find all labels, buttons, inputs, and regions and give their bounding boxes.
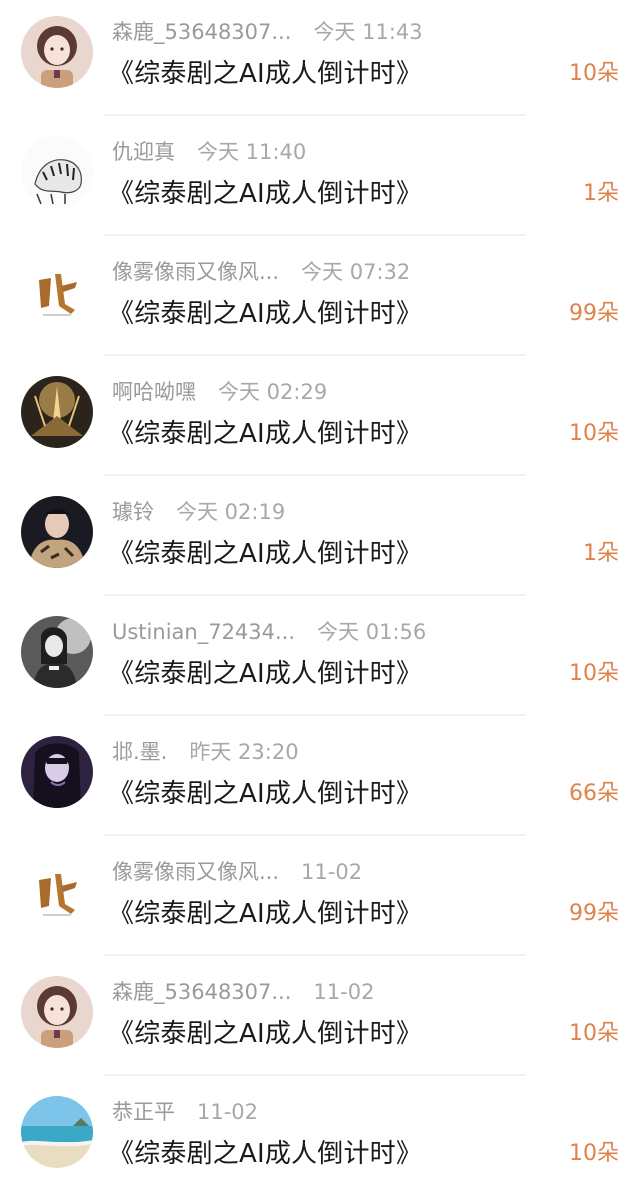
item-meta: 邶.墨. 昨天 23:20 [112, 737, 299, 767]
list-item[interactable]: 森鹿_53648307... 今天 11:43 《综泰剧之AI成人倒计时》 10朵 [0, 0, 640, 120]
username[interactable]: 仇迎真 [112, 137, 175, 167]
divider [104, 594, 526, 596]
divider [104, 354, 526, 356]
divider [104, 234, 526, 236]
username[interactable]: 森鹿_53648307... [112, 17, 291, 47]
flower-count: 99朵 [569, 301, 619, 326]
divider [104, 954, 526, 956]
timestamp: 昨天 23:20 [189, 740, 299, 764]
item-meta: Ustinian_72434... 今天 01:56 [112, 617, 426, 647]
username[interactable]: 恭正平 [112, 1097, 175, 1127]
flower-count: 10朵 [569, 1141, 619, 1166]
tiger-sketch-avatar[interactable] [21, 136, 93, 208]
timestamp: 今天 07:32 [301, 260, 411, 284]
flower-count: 1朵 [583, 541, 619, 566]
username[interactable]: 啊哈呦嘿 [112, 377, 196, 407]
zhan-calligraphy-avatar[interactable] [21, 256, 93, 328]
anime-girl-avatar[interactable] [21, 976, 93, 1048]
timestamp: 今天 01:56 [317, 620, 427, 644]
dark-hair-girl-avatar[interactable] [21, 736, 93, 808]
item-meta: 像雾像雨又像风... 11-02 [112, 857, 362, 887]
list-item[interactable]: 恭正平 11-02 《综泰剧之AI成人倒计时》 10朵 [0, 1080, 640, 1179]
man-fur-coat-avatar[interactable] [21, 496, 93, 568]
item-meta: 啊哈呦嘿 今天 02:29 [112, 377, 327, 407]
username[interactable]: 森鹿_53648307... [112, 977, 291, 1007]
novel-title[interactable]: 《综泰剧之AI成人倒计时》 [108, 54, 422, 94]
username[interactable]: 璩铃 [112, 497, 154, 527]
list-item[interactable]: 邶.墨. 昨天 23:20 《综泰剧之AI成人倒计时》 66朵 [0, 720, 640, 840]
novel-title[interactable]: 《综泰剧之AI成人倒计时》 [108, 1134, 422, 1174]
zhan-calligraphy-avatar[interactable] [21, 856, 93, 928]
novel-title[interactable]: 《综泰剧之AI成人倒计时》 [108, 774, 422, 814]
monochrome-girl-avatar[interactable] [21, 616, 93, 688]
username[interactable]: Ustinian_72434... [112, 617, 295, 647]
timestamp: 今天 11:43 [313, 20, 423, 44]
timestamp: 今天 02:29 [218, 380, 328, 404]
timestamp: 11-02 [313, 980, 375, 1004]
novel-title[interactable]: 《综泰剧之AI成人倒计时》 [108, 894, 422, 934]
novel-title[interactable]: 《综泰剧之AI成人倒计时》 [108, 534, 422, 574]
list-item[interactable]: 啊哈呦嘿 今天 02:29 《综泰剧之AI成人倒计时》 10朵 [0, 360, 640, 480]
gift-record-list: 森鹿_53648307... 今天 11:43 《综泰剧之AI成人倒计时》 10朵… [0, 0, 640, 1179]
divider [104, 1074, 526, 1076]
novel-title[interactable]: 《综泰剧之AI成人倒计时》 [108, 654, 422, 694]
flower-count: 10朵 [569, 661, 619, 686]
flower-count: 66朵 [569, 781, 619, 806]
timestamp: 今天 11:40 [197, 140, 307, 164]
list-item[interactable]: 森鹿_53648307... 11-02 《综泰剧之AI成人倒计时》 10朵 [0, 960, 640, 1080]
novel-title[interactable]: 《综泰剧之AI成人倒计时》 [108, 414, 422, 454]
anime-girl-avatar[interactable] [21, 16, 93, 88]
item-meta: 像雾像雨又像风... 今天 07:32 [112, 257, 410, 287]
timestamp: 11-02 [301, 860, 363, 884]
username[interactable]: 像雾像雨又像风... [112, 857, 279, 887]
list-item[interactable]: 仇迎真 今天 11:40 《综泰剧之AI成人倒计时》 1朵 [0, 120, 640, 240]
golden-light-avatar[interactable] [21, 376, 93, 448]
timestamp: 今天 02:19 [176, 500, 286, 524]
list-item[interactable]: 像雾像雨又像风... 11-02 《综泰剧之AI成人倒计时》 99朵 [0, 840, 640, 960]
timestamp: 11-02 [197, 1100, 259, 1124]
novel-title[interactable]: 《综泰剧之AI成人倒计时》 [108, 1014, 422, 1054]
item-meta: 仇迎真 今天 11:40 [112, 137, 306, 167]
divider [104, 114, 526, 116]
novel-title[interactable]: 《综泰剧之AI成人倒计时》 [108, 174, 422, 214]
beach-avatar[interactable] [21, 1096, 93, 1168]
flower-count: 10朵 [569, 61, 619, 86]
flower-count: 10朵 [569, 1021, 619, 1046]
divider [104, 714, 526, 716]
item-meta: 森鹿_53648307... 今天 11:43 [112, 17, 423, 47]
username[interactable]: 邶.墨. [112, 737, 167, 767]
novel-title[interactable]: 《综泰剧之AI成人倒计时》 [108, 294, 422, 334]
item-meta: 璩铃 今天 02:19 [112, 497, 285, 527]
list-item[interactable]: 像雾像雨又像风... 今天 07:32 《综泰剧之AI成人倒计时》 99朵 [0, 240, 640, 360]
item-meta: 恭正平 11-02 [112, 1097, 258, 1127]
flower-count: 10朵 [569, 421, 619, 446]
flower-count: 1朵 [583, 181, 619, 206]
list-item[interactable]: 璩铃 今天 02:19 《综泰剧之AI成人倒计时》 1朵 [0, 480, 640, 600]
username[interactable]: 像雾像雨又像风... [112, 257, 279, 287]
divider [104, 474, 526, 476]
divider [104, 834, 526, 836]
list-item[interactable]: Ustinian_72434... 今天 01:56 《综泰剧之AI成人倒计时》 … [0, 600, 640, 720]
item-meta: 森鹿_53648307... 11-02 [112, 977, 374, 1007]
flower-count: 99朵 [569, 901, 619, 926]
